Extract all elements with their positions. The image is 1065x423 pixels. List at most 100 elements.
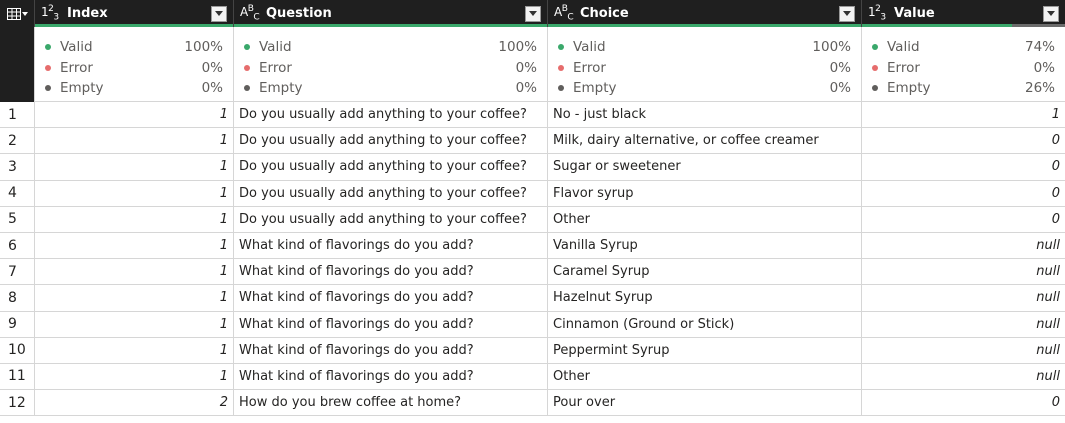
quality-row-error[interactable]: Error 0% bbox=[862, 58, 1065, 79]
column-header-choice[interactable]: ABC Choice bbox=[547, 0, 861, 27]
table-cell[interactable]: 0 bbox=[861, 180, 1065, 207]
table-cell[interactable]: Do you usually add anything to your coff… bbox=[233, 154, 547, 181]
table-cell[interactable]: 1 bbox=[34, 128, 233, 155]
table-cell[interactable]: What kind of flavorings do you add? bbox=[233, 232, 547, 260]
table-cell[interactable]: How do you brew coffee at home? bbox=[233, 390, 547, 417]
table-cell[interactable]: Do you usually add anything to your coff… bbox=[233, 128, 547, 155]
quality-row-error[interactable]: Error 0% bbox=[234, 58, 547, 79]
table-cell[interactable]: 1 bbox=[34, 311, 233, 338]
table-cell[interactable]: 0 bbox=[861, 154, 1065, 181]
row-number[interactable]: 12 bbox=[0, 390, 34, 417]
quality-row-valid[interactable]: Valid 100% bbox=[35, 37, 233, 58]
row-number[interactable]: 5 bbox=[0, 206, 34, 233]
filter-dropdown-button[interactable] bbox=[1043, 5, 1059, 22]
table-cell[interactable]: Other bbox=[547, 363, 861, 391]
table-cell[interactable]: 2 bbox=[34, 390, 233, 417]
quality-percent: 0% bbox=[1033, 59, 1055, 76]
quality-row-empty[interactable]: Empty 0% bbox=[35, 78, 233, 99]
table-cell[interactable]: 1 bbox=[34, 206, 233, 233]
quality-percent: 100% bbox=[498, 39, 537, 56]
text-type-icon[interactable]: ABC bbox=[554, 4, 576, 22]
filter-dropdown-button[interactable] bbox=[211, 5, 227, 22]
table-cell[interactable]: Peppermint Syrup bbox=[547, 337, 861, 364]
row-number[interactable]: 7 bbox=[0, 259, 34, 286]
table-cell[interactable]: 1 bbox=[34, 285, 233, 312]
quality-row-valid[interactable]: Valid 100% bbox=[234, 37, 547, 58]
table-cell[interactable]: 0 bbox=[861, 206, 1065, 233]
table-cell[interactable]: 1 bbox=[34, 102, 233, 129]
quality-row-empty[interactable]: Empty 0% bbox=[548, 78, 861, 99]
table-cell[interactable]: null bbox=[861, 232, 1065, 260]
quality-percent: 0% bbox=[201, 59, 223, 76]
table-cell[interactable]: null bbox=[861, 285, 1065, 312]
table-cell[interactable]: Cinnamon (Ground or Stick) bbox=[547, 311, 861, 338]
quality-row-error[interactable]: Error 0% bbox=[35, 58, 233, 79]
empty-dot-icon bbox=[45, 85, 51, 92]
table-cell[interactable]: Sugar or sweetener bbox=[547, 154, 861, 181]
row-number[interactable]: 11 bbox=[0, 363, 34, 391]
quality-percent: 74% bbox=[1024, 39, 1055, 56]
quality-label: Empty bbox=[573, 80, 617, 97]
empty-dot-icon bbox=[872, 85, 878, 92]
table-cell[interactable]: 1 bbox=[861, 102, 1065, 129]
table-cell[interactable]: Caramel Syrup bbox=[547, 259, 861, 286]
table-cell[interactable]: 1 bbox=[34, 363, 233, 391]
filter-dropdown-button[interactable] bbox=[525, 5, 541, 22]
row-number[interactable]: 9 bbox=[0, 311, 34, 338]
quality-row-valid[interactable]: Valid 74% bbox=[862, 37, 1065, 58]
error-dot-icon bbox=[558, 64, 564, 71]
row-number[interactable]: 1 bbox=[0, 102, 34, 129]
table-cell[interactable]: Do you usually add anything to your coff… bbox=[233, 180, 547, 207]
quality-label: Empty bbox=[259, 80, 303, 97]
table-cell[interactable]: 1 bbox=[34, 154, 233, 181]
table-cell[interactable]: null bbox=[861, 259, 1065, 286]
text-type-icon[interactable]: ABC bbox=[240, 4, 262, 22]
table-cell[interactable]: Do you usually add anything to your coff… bbox=[233, 102, 547, 129]
quality-row-error[interactable]: Error 0% bbox=[548, 58, 861, 79]
table-cell[interactable]: What kind of flavorings do you add? bbox=[233, 259, 547, 286]
row-number[interactable]: 6 bbox=[0, 232, 34, 260]
quality-label: Error bbox=[887, 59, 920, 76]
table-cell[interactable]: Do you usually add anything to your coff… bbox=[233, 206, 547, 233]
valid-dot-icon bbox=[872, 44, 878, 51]
table-menu-button[interactable] bbox=[0, 0, 34, 27]
empty-dot-icon bbox=[558, 85, 564, 92]
column-name: Question bbox=[266, 6, 332, 21]
table-cell[interactable]: null bbox=[861, 363, 1065, 391]
table-cell[interactable]: Milk, dairy alternative, or coffee cream… bbox=[547, 128, 861, 155]
row-number[interactable]: 10 bbox=[0, 337, 34, 364]
table-cell[interactable]: What kind of flavorings do you add? bbox=[233, 285, 547, 312]
column-header-question[interactable]: ABC Question bbox=[233, 0, 547, 27]
column-header-value[interactable]: 123 Value bbox=[861, 0, 1065, 27]
table-cell[interactable]: Vanilla Syrup bbox=[547, 232, 861, 260]
table-cell[interactable]: 1 bbox=[34, 232, 233, 260]
table-cell[interactable]: No - just black bbox=[547, 102, 861, 129]
table-cell[interactable]: What kind of flavorings do you add? bbox=[233, 363, 547, 391]
error-dot-icon bbox=[872, 64, 878, 71]
number-type-icon[interactable]: 123 bbox=[41, 4, 63, 22]
table-cell[interactable]: Pour over bbox=[547, 390, 861, 417]
table-cell[interactable]: 0 bbox=[861, 128, 1065, 155]
quality-row-empty[interactable]: Empty 0% bbox=[234, 78, 547, 99]
row-number[interactable]: 8 bbox=[0, 285, 34, 312]
table-cell[interactable]: What kind of flavorings do you add? bbox=[233, 337, 547, 364]
table-cell[interactable]: What kind of flavorings do you add? bbox=[233, 311, 547, 338]
row-number[interactable]: 2 bbox=[0, 128, 34, 155]
table-cell[interactable]: null bbox=[861, 311, 1065, 338]
table-cell[interactable]: null bbox=[861, 337, 1065, 364]
table-cell[interactable]: Other bbox=[547, 206, 861, 233]
table-cell[interactable]: 1 bbox=[34, 180, 233, 207]
quality-row-empty[interactable]: Empty 26% bbox=[862, 78, 1065, 99]
number-type-icon[interactable]: 123 bbox=[868, 4, 890, 22]
table-cell[interactable]: 1 bbox=[34, 337, 233, 364]
quality-label: Empty bbox=[887, 80, 931, 97]
quality-row-valid[interactable]: Valid 100% bbox=[548, 37, 861, 58]
row-number[interactable]: 4 bbox=[0, 180, 34, 207]
row-number[interactable]: 3 bbox=[0, 154, 34, 181]
table-cell[interactable]: Flavor syrup bbox=[547, 180, 861, 207]
table-cell[interactable]: 0 bbox=[861, 390, 1065, 417]
table-cell[interactable]: 1 bbox=[34, 259, 233, 286]
table-cell[interactable]: Hazelnut Syrup bbox=[547, 285, 861, 312]
column-header-index[interactable]: 123 Index bbox=[34, 0, 233, 27]
filter-dropdown-button[interactable] bbox=[839, 5, 855, 22]
